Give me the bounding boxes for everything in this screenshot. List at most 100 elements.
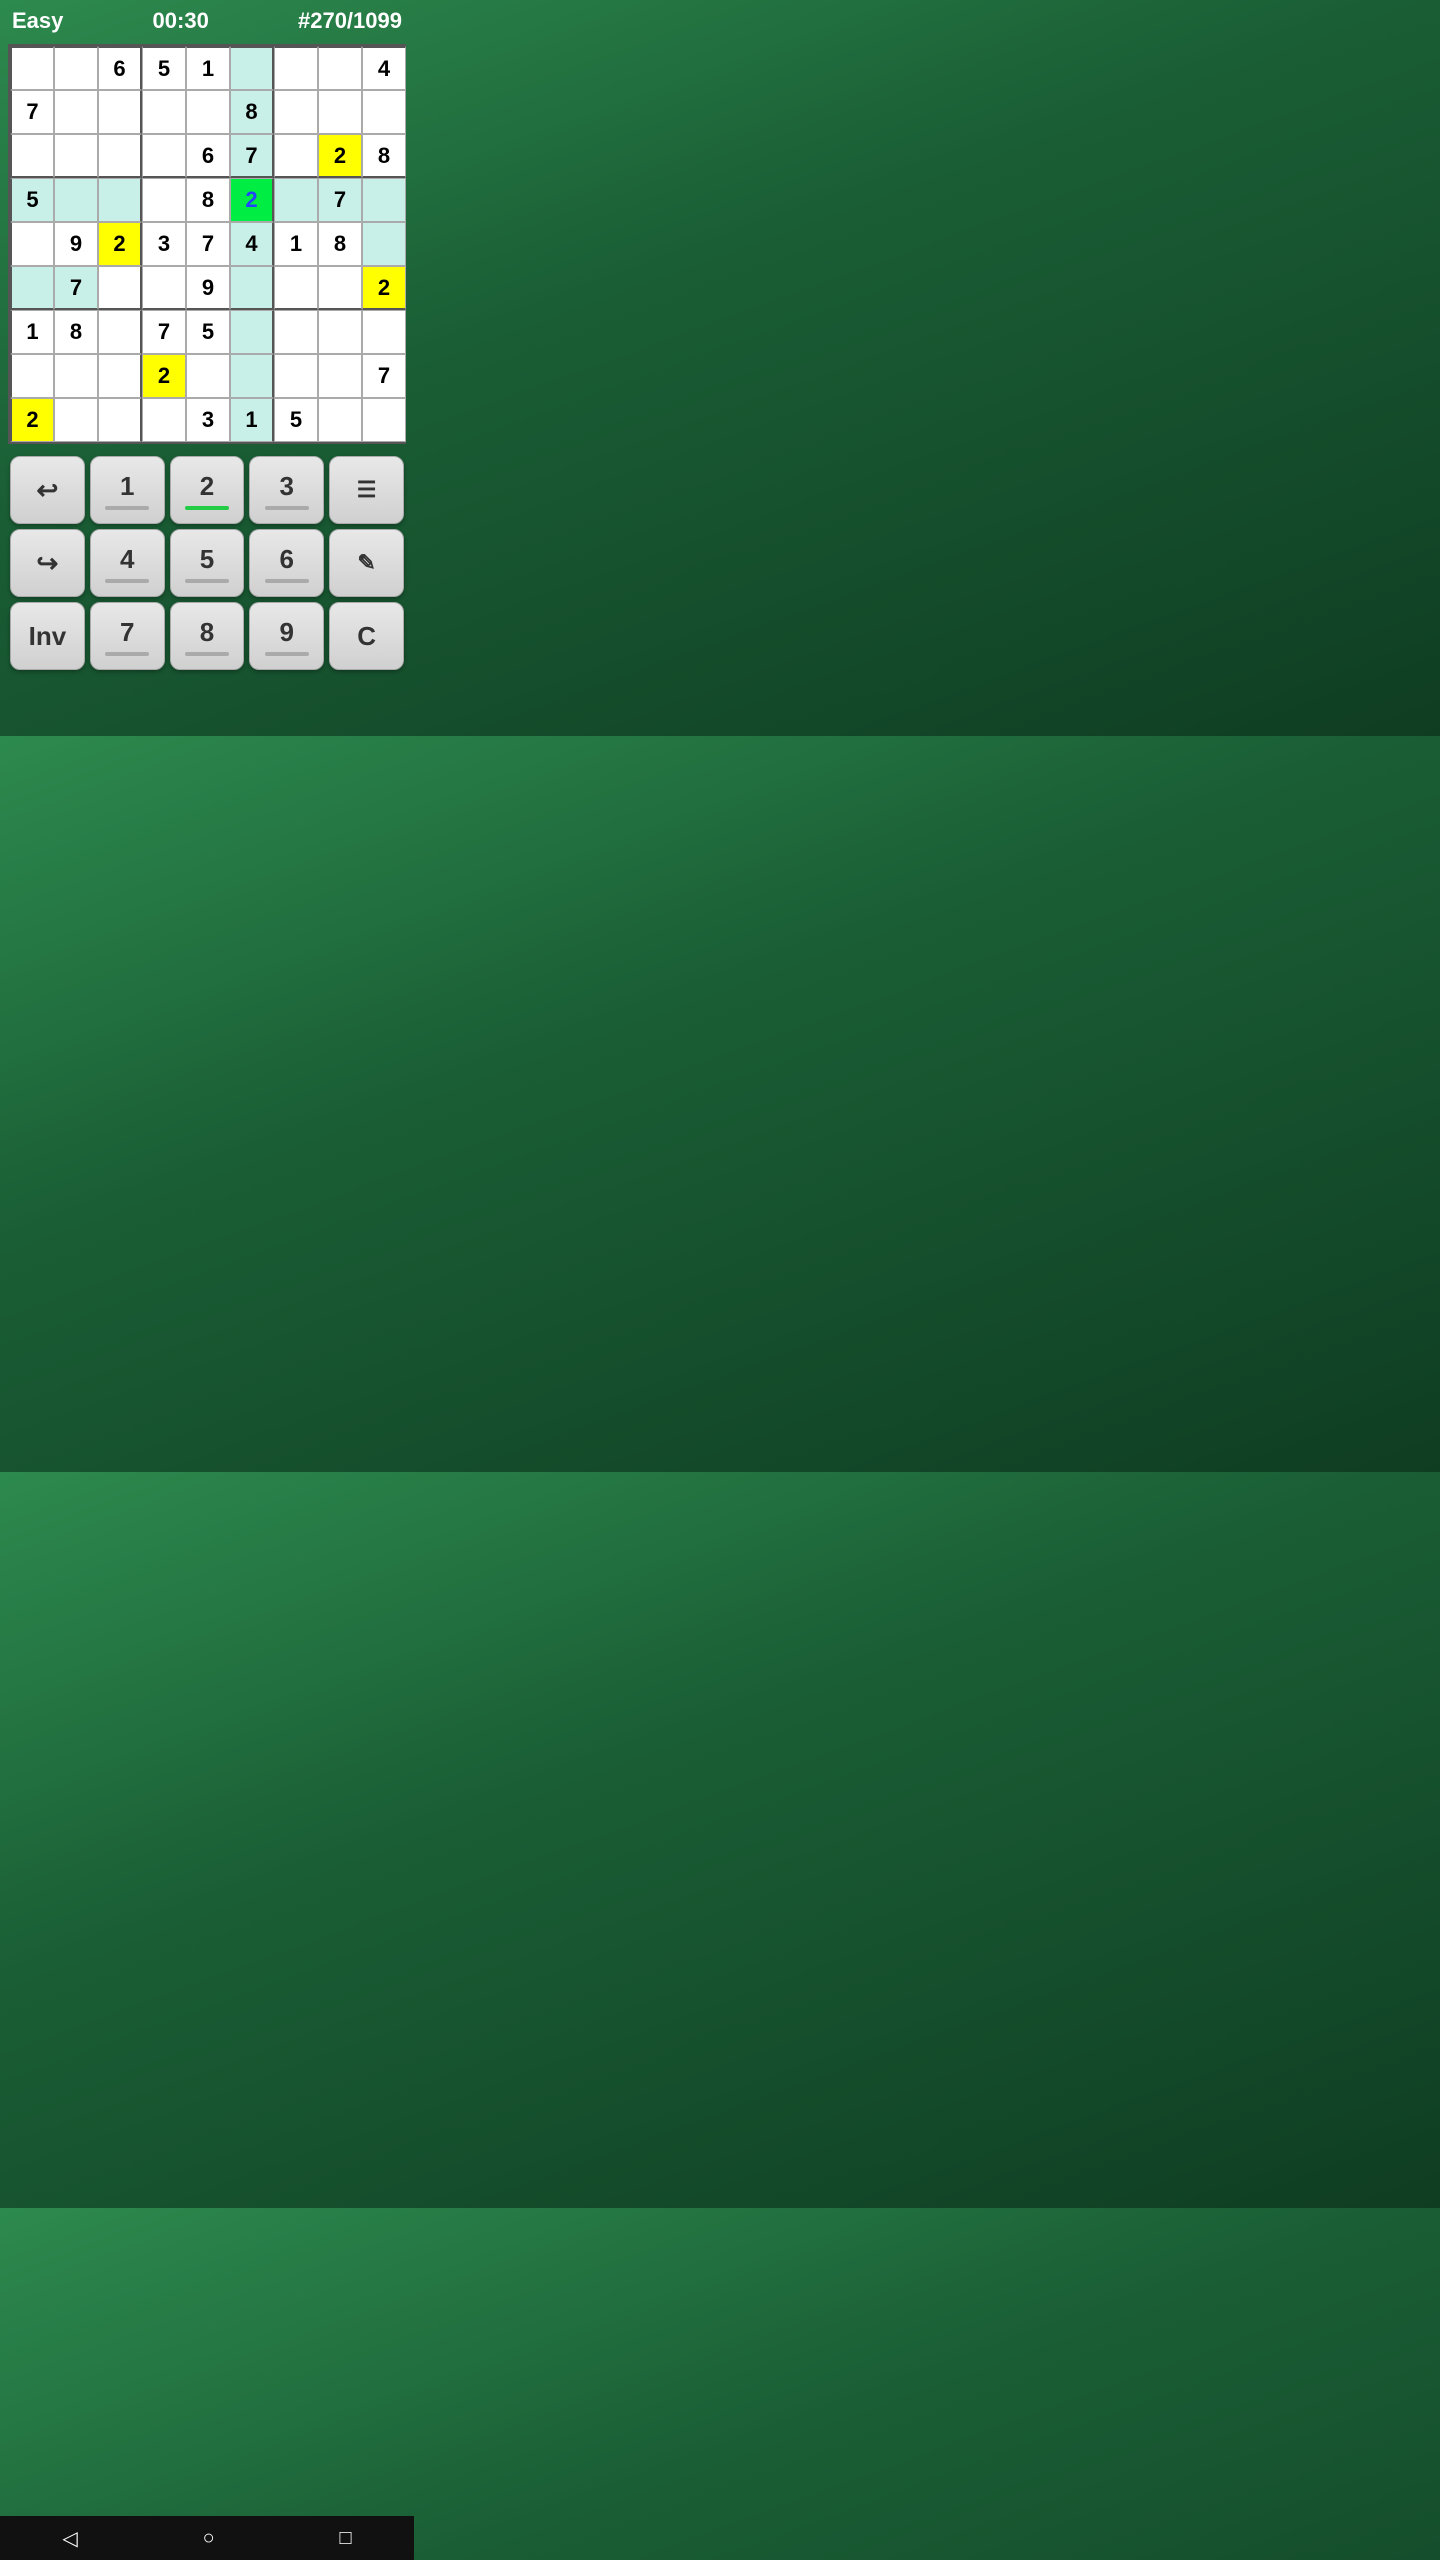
cell-3-2[interactable] bbox=[98, 178, 142, 222]
key-menu-button[interactable]: ☰ bbox=[329, 456, 404, 524]
cell-7-3[interactable]: 2 bbox=[142, 354, 186, 398]
key-redo-button[interactable]: ↪ bbox=[10, 529, 85, 597]
cell-5-8[interactable]: 2 bbox=[362, 266, 406, 310]
cell-3-0[interactable]: 5 bbox=[10, 178, 54, 222]
key-undo-button[interactable]: ↩ bbox=[10, 456, 85, 524]
cell-8-1[interactable] bbox=[54, 398, 98, 442]
cell-4-4[interactable]: 7 bbox=[186, 222, 230, 266]
cell-4-1[interactable]: 9 bbox=[54, 222, 98, 266]
cell-7-6[interactable] bbox=[274, 354, 318, 398]
cell-6-7[interactable] bbox=[318, 310, 362, 354]
cell-8-0[interactable]: 2 bbox=[10, 398, 54, 442]
cell-8-4[interactable]: 3 bbox=[186, 398, 230, 442]
cell-1-3[interactable] bbox=[142, 90, 186, 134]
cell-2-1[interactable] bbox=[54, 134, 98, 178]
cell-5-3[interactable] bbox=[142, 266, 186, 310]
cell-2-2[interactable] bbox=[98, 134, 142, 178]
cell-1-8[interactable] bbox=[362, 90, 406, 134]
cell-4-3[interactable]: 3 bbox=[142, 222, 186, 266]
cell-6-1[interactable]: 8 bbox=[54, 310, 98, 354]
cell-5-4[interactable]: 9 bbox=[186, 266, 230, 310]
cell-3-3[interactable] bbox=[142, 178, 186, 222]
cell-0-1[interactable] bbox=[54, 46, 98, 90]
cell-4-5[interactable]: 4 bbox=[230, 222, 274, 266]
cell-5-5[interactable] bbox=[230, 266, 274, 310]
cell-3-1[interactable] bbox=[54, 178, 98, 222]
cell-7-0[interactable] bbox=[10, 354, 54, 398]
sudoku-grid-container: 6514786728582792374187921875272315 bbox=[8, 44, 406, 444]
home-button[interactable]: ○ bbox=[203, 2527, 215, 2550]
cell-0-7[interactable] bbox=[318, 46, 362, 90]
cell-0-6[interactable] bbox=[274, 46, 318, 90]
cell-2-4[interactable]: 6 bbox=[186, 134, 230, 178]
cell-4-2[interactable]: 2 bbox=[98, 222, 142, 266]
cell-5-7[interactable] bbox=[318, 266, 362, 310]
cell-1-5[interactable]: 8 bbox=[230, 90, 274, 134]
cell-6-8[interactable] bbox=[362, 310, 406, 354]
back-button[interactable]: ◁ bbox=[62, 2526, 77, 2551]
cell-2-5[interactable]: 7 bbox=[230, 134, 274, 178]
cell-7-7[interactable] bbox=[318, 354, 362, 398]
cell-3-8[interactable] bbox=[362, 178, 406, 222]
cell-0-4[interactable]: 1 bbox=[186, 46, 230, 90]
cell-6-3[interactable]: 7 bbox=[142, 310, 186, 354]
cell-2-6[interactable] bbox=[274, 134, 318, 178]
cell-6-0[interactable]: 1 bbox=[10, 310, 54, 354]
cell-8-6[interactable]: 5 bbox=[274, 398, 318, 442]
cell-6-6[interactable] bbox=[274, 310, 318, 354]
cell-0-5[interactable] bbox=[230, 46, 274, 90]
cell-0-3[interactable]: 5 bbox=[142, 46, 186, 90]
cell-7-2[interactable] bbox=[98, 354, 142, 398]
cell-1-1[interactable] bbox=[54, 90, 98, 134]
key-number-button[interactable]: 1 bbox=[90, 456, 165, 524]
cell-3-6[interactable] bbox=[274, 178, 318, 222]
key-number-button[interactable]: 4 bbox=[90, 529, 165, 597]
cell-1-7[interactable] bbox=[318, 90, 362, 134]
recent-button[interactable]: □ bbox=[339, 2527, 351, 2550]
cell-3-7[interactable]: 7 bbox=[318, 178, 362, 222]
cell-8-5[interactable]: 1 bbox=[230, 398, 274, 442]
key-clear-button[interactable]: C bbox=[329, 602, 404, 670]
cell-0-8[interactable]: 4 bbox=[362, 46, 406, 90]
cell-8-2[interactable] bbox=[98, 398, 142, 442]
key-number-button[interactable]: 7 bbox=[90, 602, 165, 670]
cell-1-2[interactable] bbox=[98, 90, 142, 134]
cell-2-8[interactable]: 8 bbox=[362, 134, 406, 178]
cell-7-4[interactable] bbox=[186, 354, 230, 398]
cell-4-0[interactable] bbox=[10, 222, 54, 266]
cell-2-7[interactable]: 2 bbox=[318, 134, 362, 178]
key-number-button[interactable]: 6 bbox=[249, 529, 324, 597]
cell-6-5[interactable] bbox=[230, 310, 274, 354]
cell-2-3[interactable] bbox=[142, 134, 186, 178]
key-inv-button[interactable]: Inv bbox=[10, 602, 85, 670]
cell-0-2[interactable]: 6 bbox=[98, 46, 142, 90]
cell-5-6[interactable] bbox=[274, 266, 318, 310]
cell-5-2[interactable] bbox=[98, 266, 142, 310]
cell-3-4[interactable]: 8 bbox=[186, 178, 230, 222]
cell-6-4[interactable]: 5 bbox=[186, 310, 230, 354]
cell-8-3[interactable] bbox=[142, 398, 186, 442]
cell-7-5[interactable] bbox=[230, 354, 274, 398]
cell-7-8[interactable]: 7 bbox=[362, 354, 406, 398]
cell-4-8[interactable] bbox=[362, 222, 406, 266]
cell-7-1[interactable] bbox=[54, 354, 98, 398]
cell-2-0[interactable] bbox=[10, 134, 54, 178]
cell-8-7[interactable] bbox=[318, 398, 362, 442]
key-number-button[interactable]: 9 bbox=[249, 602, 324, 670]
cell-8-8[interactable] bbox=[362, 398, 406, 442]
cell-5-0[interactable] bbox=[10, 266, 54, 310]
cell-0-0[interactable] bbox=[10, 46, 54, 90]
cell-3-5[interactable]: 2 bbox=[230, 178, 274, 222]
cell-1-6[interactable] bbox=[274, 90, 318, 134]
key-number-button[interactable]: 5 bbox=[170, 529, 245, 597]
key-pencil-button[interactable]: ✎ bbox=[329, 529, 404, 597]
cell-1-4[interactable] bbox=[186, 90, 230, 134]
key-number-button[interactable]: 2 bbox=[170, 456, 245, 524]
cell-4-7[interactable]: 8 bbox=[318, 222, 362, 266]
cell-1-0[interactable]: 7 bbox=[10, 90, 54, 134]
key-number-button[interactable]: 8 bbox=[170, 602, 245, 670]
cell-5-1[interactable]: 7 bbox=[54, 266, 98, 310]
cell-4-6[interactable]: 1 bbox=[274, 222, 318, 266]
key-number-button[interactable]: 3 bbox=[249, 456, 324, 524]
cell-6-2[interactable] bbox=[98, 310, 142, 354]
